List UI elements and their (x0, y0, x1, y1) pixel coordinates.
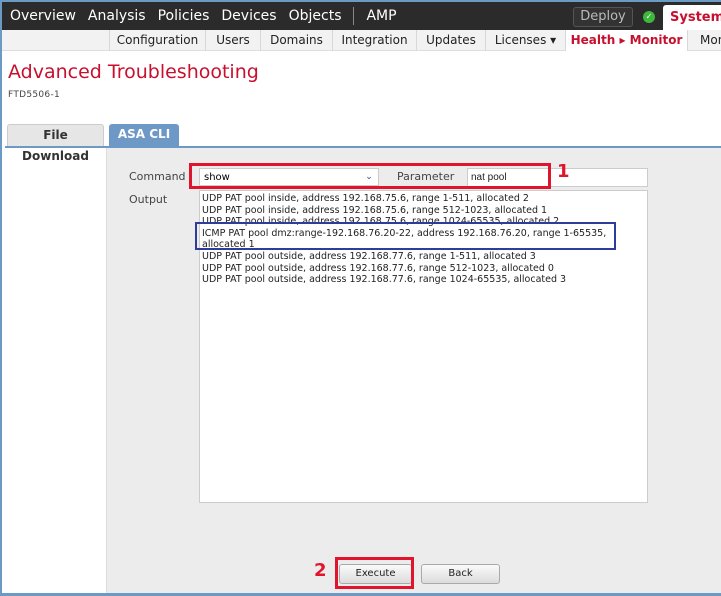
top-nav: Overview Analysis Policies Devices Objec… (2, 0, 721, 32)
nav-devices[interactable]: Devices (215, 2, 282, 30)
subnav-domains[interactable]: Domains (260, 30, 332, 51)
nav-objects[interactable]: Objects (283, 2, 348, 30)
nav-policies[interactable]: Policies (152, 2, 216, 30)
annotation-box-command (189, 163, 551, 189)
output-line: UDP PAT pool inside, address 192.168.75.… (202, 193, 529, 204)
output-line: UDP PAT pool outside, address 192.168.77… (202, 274, 567, 286)
annotation-step-1: 1 (557, 161, 570, 182)
sub-nav: Configuration Users Domains Integration … (2, 30, 721, 51)
subnav-health-monitor[interactable]: Health ▸ Monitor (565, 30, 687, 51)
subnav-updates[interactable]: Updates (416, 30, 485, 51)
annotation-box-icmp-pool (195, 222, 616, 250)
annotation-step-2: 2 (314, 560, 327, 581)
page-title: Advanced Troubleshooting (8, 61, 259, 83)
annotation-box-execute (335, 557, 414, 589)
command-label: Command (129, 170, 186, 183)
tab-file-download[interactable]: File Download (7, 124, 104, 163)
tab-asa-cli[interactable]: ASA CLI (109, 124, 179, 146)
nav-overview[interactable]: Overview (2, 2, 82, 30)
back-button[interactable]: Back (421, 564, 500, 584)
nav-amp[interactable]: AMP (360, 2, 402, 30)
nav-separator (353, 7, 355, 25)
check-circle-icon: ✓ (643, 11, 655, 23)
output-line: UDP PAT pool outside, address 192.168.77… (202, 262, 554, 274)
output-line: UDP PAT pool outside, address 192.168.77… (202, 250, 536, 262)
output-label: Output (129, 193, 168, 206)
subnav-licenses[interactable]: Licenses ▾ (485, 30, 565, 51)
deploy-button[interactable]: Deploy (573, 7, 633, 27)
nav-analysis[interactable]: Analysis (82, 2, 152, 30)
nav-system[interactable]: System (663, 5, 721, 32)
output-line: UDP PAT pool inside, address 192.168.75.… (202, 204, 548, 216)
device-name: FTD5506-1 (8, 90, 61, 100)
subnav-monitoring[interactable]: Mon (687, 30, 721, 51)
subnav-configuration[interactable]: Configuration (109, 30, 205, 51)
subnav-users[interactable]: Users (205, 30, 260, 51)
app-frame: Overview Analysis Policies Devices Objec… (0, 0, 721, 596)
subnav-integration[interactable]: Integration (332, 30, 416, 51)
